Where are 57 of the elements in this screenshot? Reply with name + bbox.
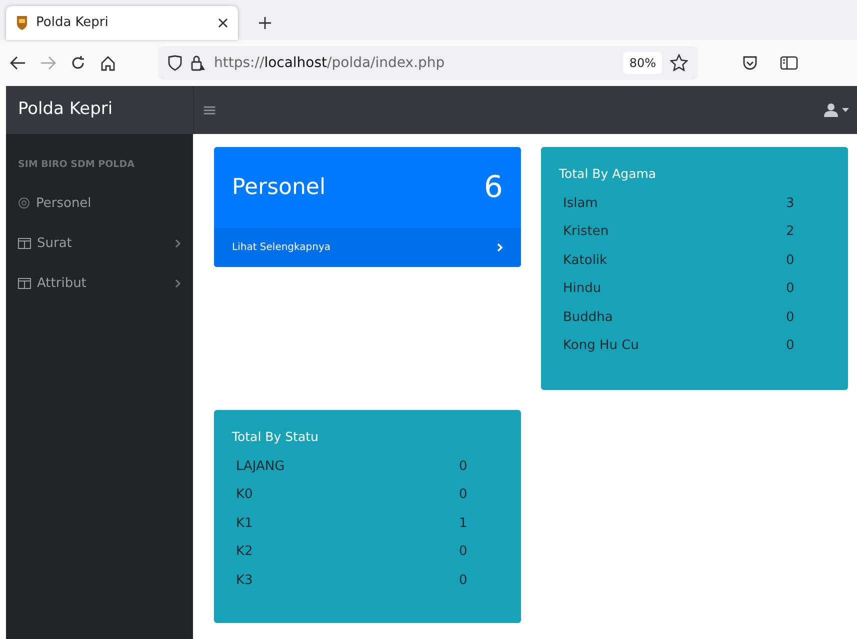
row-label: Kong Hu Cu xyxy=(563,337,639,356)
address-bar[interactable]: https://localhost/polda/index.php 80% xyxy=(158,46,698,80)
new-tab-icon[interactable] xyxy=(258,16,272,30)
row-value: 0 xyxy=(459,543,468,562)
row-value: 1 xyxy=(459,514,468,533)
row-value: 0 xyxy=(459,458,468,476)
row-value: 0 xyxy=(786,280,796,298)
forward-icon xyxy=(40,56,56,70)
circle-icon xyxy=(18,197,30,210)
row-value: 0 xyxy=(786,337,796,356)
row-value: 0 xyxy=(786,252,796,270)
sidebar-item[interactable]: Surat xyxy=(6,226,193,260)
row-label: Katolik xyxy=(563,252,608,270)
back-icon[interactable] xyxy=(10,56,26,70)
browser-tab[interactable]: Polda Kepri xyxy=(6,6,238,40)
card-title: Personel xyxy=(232,174,326,202)
row-value: 0 xyxy=(786,308,796,327)
sidebar-item[interactable]: Personel xyxy=(6,186,193,220)
sidebar-icon[interactable] xyxy=(780,56,798,70)
star-icon[interactable] xyxy=(670,54,688,72)
chevron-icon xyxy=(175,278,181,288)
row-label: LAJANG xyxy=(236,458,285,476)
row-label: Kristen xyxy=(563,223,609,242)
row-label: Islam xyxy=(563,194,598,213)
chevron-icon xyxy=(497,243,503,252)
lock-icon xyxy=(190,55,206,71)
tab-title: Polda Kepri xyxy=(36,14,108,32)
panel-title: Total By Statu xyxy=(232,428,320,446)
caret-icon xyxy=(842,108,849,112)
sidebar-item[interactable]: Attribut xyxy=(6,266,193,300)
user-icon xyxy=(824,103,838,117)
row-label: K1 xyxy=(236,514,253,533)
pocket-icon[interactable] xyxy=(742,55,758,71)
sidebar-heading: SIM BIRO SDM POLDA xyxy=(17,158,136,172)
panel-title: Total By Agama xyxy=(559,165,658,183)
home-icon[interactable] xyxy=(100,55,116,71)
row-label: K2 xyxy=(236,543,253,562)
url-text: https://localhost/polda/index.php xyxy=(214,54,445,72)
row-value: 2 xyxy=(786,223,796,242)
count-value: 6 xyxy=(484,169,503,207)
reload-icon[interactable] xyxy=(70,55,86,71)
row-label: Buddha xyxy=(563,308,613,327)
chevron-icon xyxy=(175,238,181,248)
menu-toggle[interactable]: ≡ xyxy=(202,86,218,134)
row-label: Hindu xyxy=(563,280,602,298)
more-info-link[interactable]: Lihat Selengkapnya xyxy=(214,228,521,267)
row-value: 0 xyxy=(459,486,468,504)
shield-icon xyxy=(168,55,182,71)
close-icon[interactable] xyxy=(218,18,228,28)
row-value: 3 xyxy=(786,194,796,213)
row-label: K3 xyxy=(236,572,253,590)
shield-icon xyxy=(16,15,28,31)
table-icon xyxy=(18,238,31,249)
table-icon xyxy=(18,278,31,289)
row-label: K0 xyxy=(236,486,253,504)
row-value: 0 xyxy=(459,572,468,590)
zoom-level[interactable]: 80% xyxy=(623,52,662,74)
